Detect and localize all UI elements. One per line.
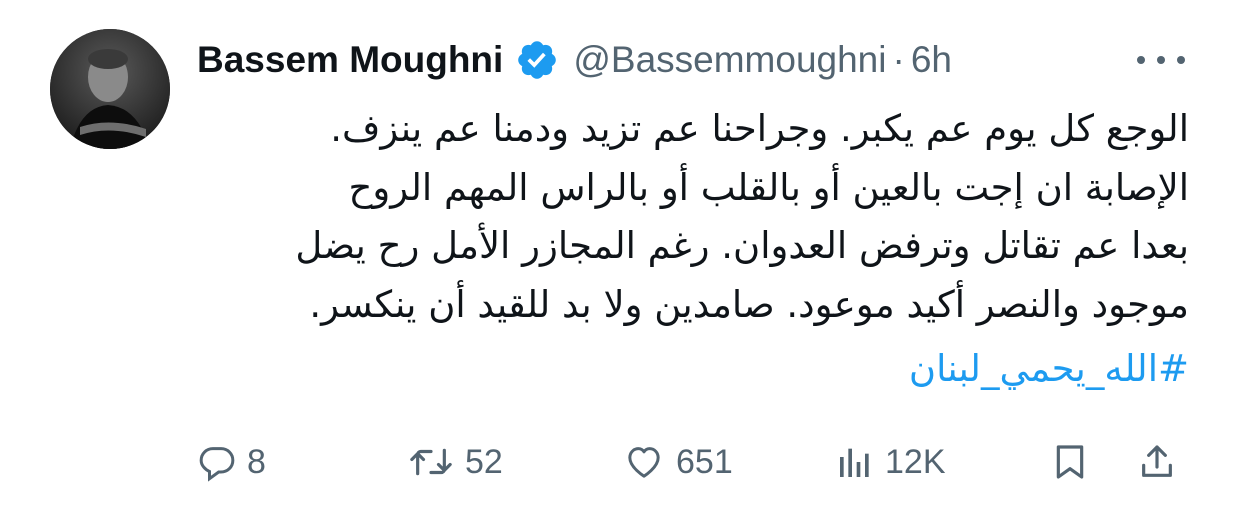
user-handle[interactable]: @Bassemmoughni: [573, 39, 886, 81]
tweet-line: الإصابة ان إجت بالعين أو بالقلب أو بالرا…: [348, 165, 1189, 209]
action-bar: 8 52 651 12K: [197, 432, 1197, 492]
reply-count: 8: [247, 442, 266, 481]
tweet-line: بعدا عم تقاتل وترفض العدوان. رغم المجازر…: [295, 224, 1189, 267]
heart-icon: [628, 447, 660, 478]
separator-dot: ·: [892, 39, 905, 80]
timestamp[interactable]: 6h: [911, 39, 952, 81]
tweet-line: الوجع كل يوم عم يكبر. وجراحنا عم تزيد ود…: [330, 107, 1189, 150]
tweet[interactable]: Bassem Moughni @Bassemmoughni · 6h الوجع…: [0, 0, 1243, 514]
like-button[interactable]: 651: [622, 432, 733, 492]
bookmark-button[interactable]: [1050, 432, 1090, 492]
tweet-line: موجود والنصر أكيد موعود. صامدين ولا بد ل…: [309, 282, 1189, 326]
like-count: 651: [676, 442, 733, 481]
retweet-count: 52: [465, 442, 503, 481]
views-icon: [840, 448, 869, 477]
view-count: 12K: [885, 442, 946, 481]
reply-icon: [199, 447, 235, 482]
retweet-icon: [410, 448, 452, 476]
share-button[interactable]: [1137, 432, 1177, 492]
avatar[interactable]: [50, 29, 170, 149]
verified-badge-icon: [515, 38, 559, 82]
display-name[interactable]: Bassem Moughni: [197, 39, 503, 81]
reply-button[interactable]: 8: [197, 432, 266, 492]
more-options-icon[interactable]: [1137, 48, 1185, 72]
bookmark-icon: [1056, 445, 1084, 479]
share-icon: [1142, 445, 1172, 477]
tweet-header: Bassem Moughni @Bassemmoughni · 6h: [197, 36, 1187, 84]
avatar-image: [50, 29, 170, 149]
hashtag-link[interactable]: #الله_يحمي_لبنان: [197, 340, 1189, 398]
tweet-text: الوجع كل يوم عم يكبر. وجراحنا عم تزيد ود…: [197, 100, 1189, 334]
views-button[interactable]: 12K: [835, 432, 946, 492]
retweet-button[interactable]: 52: [407, 432, 503, 492]
